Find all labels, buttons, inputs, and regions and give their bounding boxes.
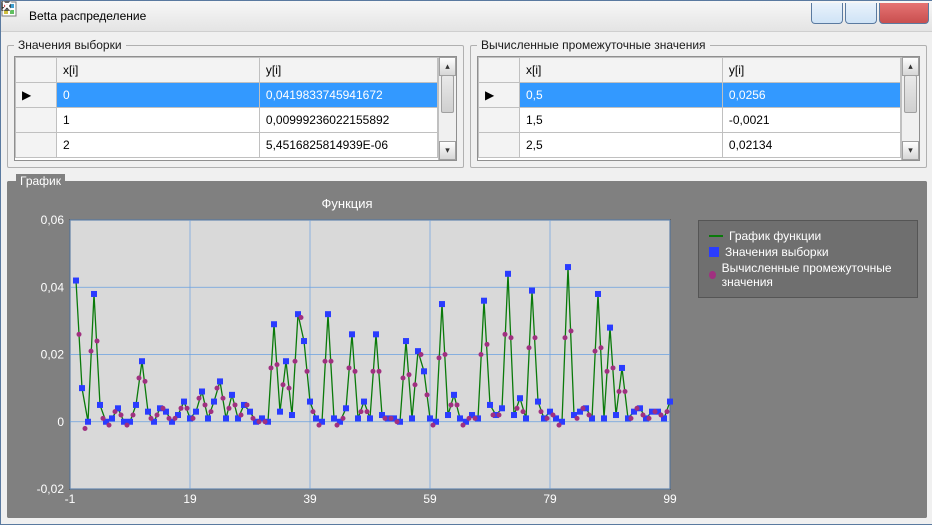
legend-item: Вычисленные промежуточные значения [709, 261, 907, 289]
titlebar[interactable]: Betta распределение [1, 1, 932, 32]
col-x[interactable]: x[i] [57, 58, 260, 83]
scroll-up-button[interactable]: ▴ [902, 57, 919, 76]
chart-panel-title: График [16, 174, 65, 188]
chart-area[interactable]: Функция -11939597999-0,0200,020,040,06 [16, 194, 678, 513]
svg-text:79: 79 [543, 492, 557, 506]
intermediate-values-title: Вычисленные промежуточные значения [477, 38, 710, 52]
table-header-row: x[i] y[i] [479, 58, 901, 83]
minimize-button[interactable] [811, 3, 843, 24]
svg-text:-1: -1 [65, 492, 76, 506]
dot-swatch-icon [709, 271, 716, 279]
table-row[interactable]: 2 5,4516825814939E-06 [16, 133, 438, 158]
sample-values-panel: Значения выборки x[i] y[i] ▶ 0 [7, 38, 464, 168]
client-area: Значения выборки x[i] y[i] ▶ 0 [1, 32, 932, 524]
svg-text:19: 19 [183, 492, 197, 506]
scroll-thumb[interactable] [441, 75, 454, 113]
scroll-down-button[interactable]: ▾ [902, 141, 919, 160]
table-header-row: x[i] y[i] [16, 58, 438, 83]
scroll-up-button[interactable]: ▴ [439, 57, 456, 76]
scroll-down-button[interactable]: ▾ [439, 141, 456, 160]
window-title: Betta распределение [29, 9, 809, 23]
svg-text:-0,02: -0,02 [37, 482, 65, 496]
table-row[interactable]: 2,5 0,02134 [479, 133, 901, 158]
maximize-button[interactable] [845, 3, 877, 24]
svg-text:59: 59 [423, 492, 437, 506]
svg-text:0,06: 0,06 [41, 213, 65, 227]
scroll-thumb[interactable] [904, 75, 917, 113]
chart-panel: График Функция -11939597999-0,0200,020,0… [7, 174, 927, 518]
col-y[interactable]: y[i] [722, 58, 900, 83]
svg-text:39: 39 [303, 492, 317, 506]
square-swatch-icon [709, 247, 719, 257]
legend-item: График функции [709, 229, 907, 243]
table-row[interactable]: ▶ 0,5 0,0256 [479, 83, 901, 108]
close-button[interactable] [879, 3, 929, 24]
sample-values-title: Значения выборки [14, 38, 126, 52]
chart-legend: График функции Значения выборки Вычислен… [698, 220, 918, 513]
window-buttons [809, 3, 929, 23]
col-x[interactable]: x[i] [520, 58, 723, 83]
app-window: Betta распределение Значения выборки x[i… [0, 0, 932, 525]
line-swatch-icon [709, 235, 723, 237]
col-y[interactable]: y[i] [259, 58, 437, 83]
table-row[interactable]: 1 0,00999236022155892 [16, 108, 438, 133]
row-indicator-icon: ▶ [16, 83, 57, 108]
vertical-scrollbar[interactable]: ▴ ▾ [901, 57, 919, 160]
table-row[interactable]: ▶ 0 0,0419833745941672 [16, 83, 438, 108]
svg-text:99: 99 [663, 492, 677, 506]
svg-text:0,02: 0,02 [41, 348, 65, 362]
legend-item: Значения выборки [709, 245, 907, 259]
row-indicator-icon: ▶ [479, 83, 520, 108]
svg-text:0: 0 [57, 415, 64, 429]
intermediate-values-panel: Вычисленные промежуточные значения x[i] … [470, 38, 927, 168]
vertical-scrollbar[interactable]: ▴ ▾ [438, 57, 456, 160]
sample-values-grid[interactable]: x[i] y[i] ▶ 0 0,0419833745941672 1 [14, 56, 457, 161]
table-row[interactable]: 1,5 -0,0021 [479, 108, 901, 133]
intermediate-values-grid[interactable]: x[i] y[i] ▶ 0,5 0,0256 1,5 [477, 56, 920, 161]
svg-text:0,04: 0,04 [41, 280, 65, 294]
